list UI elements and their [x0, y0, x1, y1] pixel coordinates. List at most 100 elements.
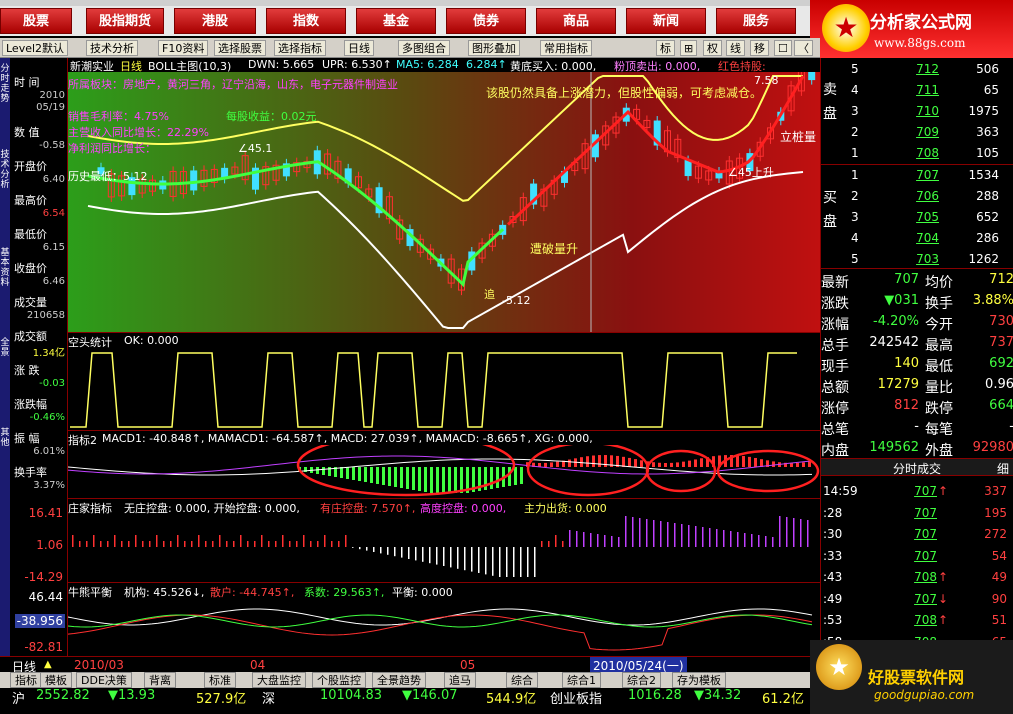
tick-volume: 54: [991, 548, 1007, 563]
tick-detail-toggle[interactable]: 细: [997, 460, 1009, 477]
macd-bar: [496, 467, 499, 488]
tab-service[interactable]: 服务: [716, 8, 796, 34]
buy-volume: 1534: [968, 168, 999, 182]
bottom-tab[interactable]: 指标: [10, 672, 42, 688]
mark-button[interactable]: 标: [656, 40, 675, 56]
bottom-tab[interactable]: 标准: [204, 672, 236, 688]
tab-news[interactable]: 新闻: [626, 8, 706, 34]
daily-button[interactable]: 日线: [344, 40, 374, 56]
macd-bar: [736, 455, 739, 467]
axis-zhuang-mid: 1.06: [36, 538, 63, 552]
stat-key: 总手: [821, 338, 849, 354]
macd-bar: [430, 467, 433, 493]
bottom-tab[interactable]: 模板: [40, 672, 72, 688]
bottom-tab[interactable]: 大盘监控: [252, 672, 306, 688]
panel-dealer[interactable]: 庄家指标 无庄控盘: 0.000, 开始控盘: 0.000, 有庄控盘: 7.5…: [68, 498, 820, 582]
buy-price[interactable]: 703: [893, 252, 939, 266]
tick-price[interactable]: 707: [903, 506, 937, 520]
tech-analysis-button[interactable]: 技术分析: [86, 40, 138, 56]
dealer-bar: [240, 535, 242, 547]
sell-price[interactable]: 708: [893, 146, 939, 160]
tick-price[interactable]: 708: [903, 613, 937, 627]
vtab-timeshare[interactable]: 分时走势: [0, 64, 10, 120]
tab-index-futures[interactable]: 股指期货: [86, 8, 164, 34]
overlay-button[interactable]: 图形叠加: [468, 40, 520, 56]
dealer-bar: [646, 519, 648, 547]
time-label-may: 05: [460, 658, 476, 672]
tab-hk-stock[interactable]: 港股: [174, 8, 256, 34]
bottom-tab[interactable]: 综合1: [562, 672, 601, 688]
tick-price[interactable]: 707: [903, 549, 937, 563]
sell-price[interactable]: 712: [893, 62, 939, 76]
rights-button[interactable]: 权: [703, 40, 722, 56]
move-button[interactable]: 移: [750, 40, 769, 56]
buy-price[interactable]: 707: [893, 168, 939, 182]
bottom-tab[interactable]: 全景趋势: [372, 672, 426, 688]
grid-button[interactable]: ⊞: [680, 40, 698, 56]
dealer-bar: [793, 518, 795, 547]
bottom-tab[interactable]: 追马: [444, 672, 476, 688]
level2-default-button[interactable]: Level2默认: [2, 40, 69, 56]
select-stock-button[interactable]: 选择股票: [214, 40, 266, 56]
tick-time: :43: [823, 570, 843, 584]
panel-bear-stats[interactable]: 空头统计 OK: 0.000: [68, 332, 820, 430]
vtab-tech-analysis[interactable]: 技术分析: [0, 150, 10, 206]
panel-bull-bear[interactable]: 牛熊平衡 机构: 45.526↓, 散户: -44.745↑, 系数: 29.5…: [68, 582, 820, 656]
ad-banner[interactable]: ★ 好股票软件网 goodgupiao.com: [810, 640, 1013, 714]
bottom-tab[interactable]: 综合2: [622, 672, 661, 688]
dealer-bar: [758, 535, 760, 547]
macd-bar: [754, 457, 757, 467]
tick-price[interactable]: 707: [903, 592, 937, 606]
vtab-panorama[interactable]: 全景: [0, 338, 10, 368]
tab-bond[interactable]: 债券: [446, 8, 526, 34]
macd-bar: [772, 461, 775, 467]
multi-chart-button[interactable]: 多图组合: [398, 40, 450, 56]
bottom-tab[interactable]: 背离: [144, 672, 176, 688]
sell-price[interactable]: 709: [893, 125, 939, 139]
select-indicator-button[interactable]: 选择指标: [274, 40, 326, 56]
dealer-bar: [352, 547, 354, 548]
bottom-tab[interactable]: 综合: [506, 672, 538, 688]
buy-price[interactable]: 704: [893, 231, 939, 245]
tab-fund[interactable]: 基金: [356, 8, 436, 34]
site-logo: ★ 分析家公式网 www.88gs.com: [810, 0, 1013, 58]
bottom-tab[interactable]: 存为模板: [672, 672, 726, 688]
macd-bar: [370, 467, 373, 483]
sell-level: 2: [851, 125, 859, 139]
prev-button[interactable]: 〈: [794, 40, 813, 56]
tick-price[interactable]: 708: [903, 570, 937, 584]
tab-index[interactable]: 指数: [266, 8, 346, 34]
tick-volume: 51: [991, 613, 1007, 627]
macd-bar: [460, 467, 463, 493]
boll-dwn: DWN: 5.665: [248, 58, 315, 71]
dealer-bar: [387, 547, 389, 555]
tick-time: 14:59: [823, 484, 858, 498]
bottom-tab[interactable]: DDE决策: [76, 672, 132, 688]
sell-price[interactable]: 710: [893, 104, 939, 118]
buy-price[interactable]: 706: [893, 189, 939, 203]
line-button[interactable]: 线: [726, 40, 745, 56]
tab-stock[interactable]: 股票: [0, 8, 72, 34]
sz-change: ▼146.07: [402, 688, 458, 703]
vtab-basic-info[interactable]: 基本资料: [0, 248, 10, 304]
dealer-bar: [674, 523, 676, 547]
macd-bar: [424, 467, 427, 492]
dealer-bar: [296, 541, 298, 547]
left-vertical-tabs: 分时走势 技术分析 基本资料 全景 其他: [0, 58, 10, 658]
tick-price[interactable]: 707: [903, 527, 937, 541]
stat-value: 17279: [877, 377, 919, 392]
dealer-bar: [443, 547, 445, 566]
price-chart[interactable]: [68, 72, 820, 332]
vtab-other[interactable]: 其他: [0, 428, 10, 458]
sell-volume: 105: [976, 146, 999, 160]
tab-commodity[interactable]: 商品: [536, 8, 616, 34]
box-button[interactable]: ☐: [774, 40, 792, 56]
f10-button[interactable]: F10资料: [158, 40, 209, 56]
tick-price[interactable]: 707: [903, 484, 937, 498]
sell-price[interactable]: 711: [893, 83, 939, 97]
common-indicator-button[interactable]: 常用指标: [540, 40, 592, 56]
dealer-bar: [457, 547, 459, 569]
panel-macd[interactable]: 指标2 MACD1: -40.848↑, MAMACD1: -64.587↑, …: [68, 430, 820, 498]
buy-price[interactable]: 705: [893, 210, 939, 224]
bottom-tab[interactable]: 个股监控: [312, 672, 366, 688]
